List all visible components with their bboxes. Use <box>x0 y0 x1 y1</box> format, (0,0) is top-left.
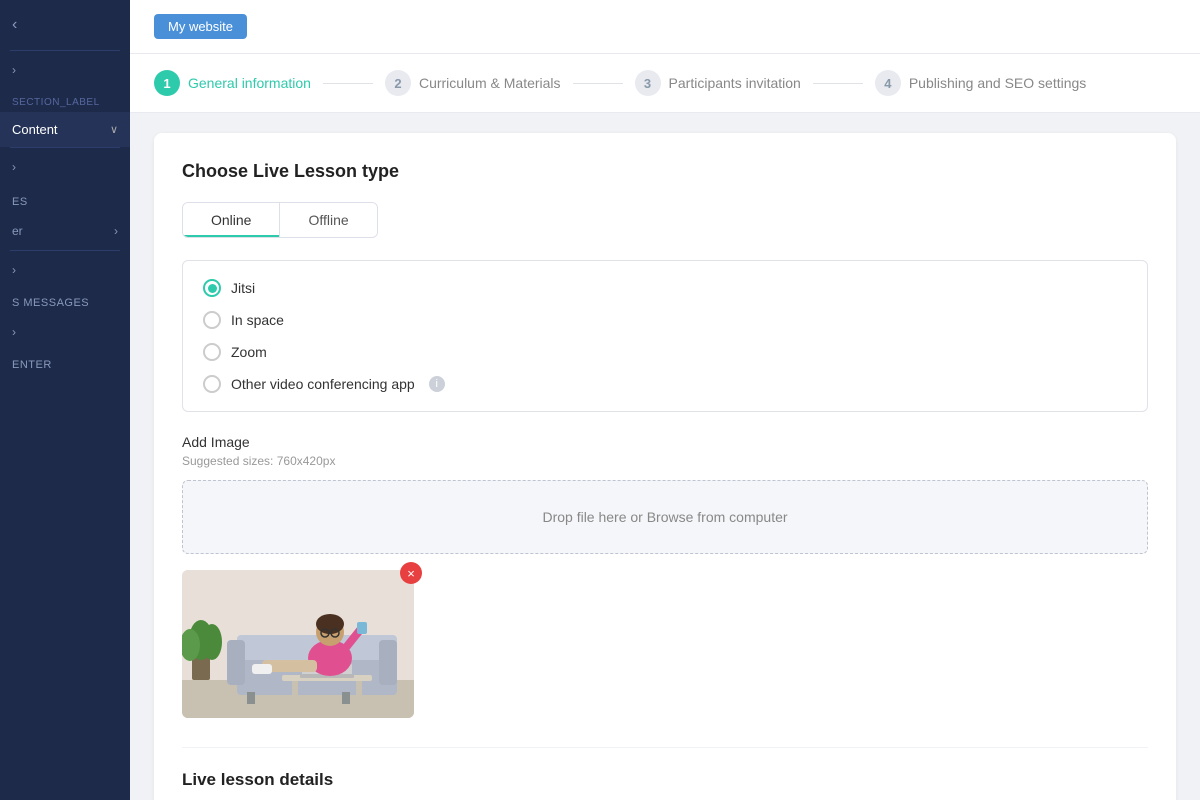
step-3[interactable]: 3 Participants invitation <box>635 70 801 96</box>
radio-zoom-label: Zoom <box>231 344 267 360</box>
step-4[interactable]: 4 Publishing and SEO settings <box>875 70 1086 96</box>
main-content: My website 1 General information 2 Curri… <box>130 0 1200 800</box>
step-2-label: Curriculum & Materials <box>419 75 561 91</box>
chevron-right-icon-5: › <box>12 325 16 339</box>
sidebar: ‹ › section_label Content ∨ › es er › › … <box>0 0 130 800</box>
sidebar-item-er[interactable]: er › <box>0 212 130 250</box>
conferencing-options: Jitsi In space Zoom Other video conferen… <box>182 260 1148 412</box>
sidebar-item-label: Content <box>12 122 58 137</box>
add-image-label: Add Image <box>182 434 1148 450</box>
section-divider <box>182 747 1148 748</box>
sidebar-nav-arrow-4[interactable]: › <box>0 313 130 351</box>
my-website-badge[interactable]: My website <box>154 14 247 39</box>
radio-jitsi-label: Jitsi <box>231 280 255 296</box>
step-1-label: General information <box>188 75 311 91</box>
sidebar-nav-arrow-3[interactable]: › <box>0 251 130 289</box>
chevron-right-icon: › <box>12 63 16 77</box>
sidebar-section-label: es <box>0 186 130 212</box>
radio-inspace-indicator <box>203 311 221 329</box>
radio-option-jitsi[interactable]: Jitsi <box>203 279 1127 297</box>
step-separator-2 <box>573 83 623 84</box>
radio-other-label: Other video conferencing app <box>231 376 415 392</box>
radio-other-indicator <box>203 375 221 393</box>
radio-option-zoom[interactable]: Zoom <box>203 343 1127 361</box>
step-4-number: 4 <box>875 70 901 96</box>
radio-inspace-label: In space <box>231 312 284 328</box>
info-icon-other[interactable]: i <box>429 376 445 392</box>
main-card: Choose Live Lesson type Online Offline J… <box>154 133 1176 800</box>
step-1[interactable]: 1 General information <box>154 70 311 96</box>
live-lesson-details-title: Live lesson details <box>182 770 1148 790</box>
chevron-down-icon: ∨ <box>110 123 118 136</box>
sidebar-center-label: enter <box>0 351 130 375</box>
sidebar-back-button[interactable]: ‹ <box>0 0 130 50</box>
step-2[interactable]: 2 Curriculum & Materials <box>385 70 561 96</box>
content-area: Choose Live Lesson type Online Offline J… <box>130 113 1200 800</box>
uploaded-image-container: × <box>182 570 414 718</box>
remove-image-button[interactable]: × <box>400 562 422 584</box>
steps-navigation: 1 General information 2 Curriculum & Mat… <box>130 54 1200 113</box>
drop-zone[interactable]: Drop file here or Browse from computer <box>182 480 1148 554</box>
sidebar-item-content[interactable]: Content ∨ <box>0 112 130 147</box>
drop-zone-text: Drop file here or Browse from computer <box>542 509 787 525</box>
uploaded-image-preview <box>182 570 414 718</box>
step-2-number: 2 <box>385 70 411 96</box>
step-1-number: 1 <box>154 70 180 96</box>
add-image-section: Add Image Suggested sizes: 760x420px Dro… <box>182 434 1148 723</box>
sidebar-nav-arrow-1[interactable]: › <box>0 51 130 89</box>
radio-jitsi-indicator <box>203 279 221 297</box>
card-title: Choose Live Lesson type <box>182 161 1148 182</box>
radio-option-inspace[interactable]: In space <box>203 311 1127 329</box>
tab-offline[interactable]: Offline <box>280 203 376 237</box>
chevron-right-icon-3: › <box>114 224 118 238</box>
step-4-label: Publishing and SEO settings <box>909 75 1086 91</box>
topbar: My website <box>130 0 1200 54</box>
chevron-left-icon: ‹ <box>12 16 17 34</box>
sidebar-section-ent: section_label <box>0 89 130 112</box>
chevron-right-icon-2: › <box>12 160 16 174</box>
radio-option-other[interactable]: Other video conferencing app i <box>203 375 1127 393</box>
add-image-hint: Suggested sizes: 760x420px <box>182 454 1148 468</box>
radio-zoom-indicator <box>203 343 221 361</box>
sidebar-nav-arrow-2[interactable]: › <box>0 148 130 186</box>
step-3-number: 3 <box>635 70 661 96</box>
step-separator-1 <box>323 83 373 84</box>
lesson-type-tabs: Online Offline <box>182 202 378 238</box>
sidebar-messages-label: s Messages <box>0 289 130 313</box>
step-3-label: Participants invitation <box>669 75 801 91</box>
sidebar-er-label: er <box>12 224 23 238</box>
step-separator-3 <box>813 83 863 84</box>
preview-svg <box>182 570 414 718</box>
tab-online[interactable]: Online <box>183 203 280 237</box>
chevron-right-icon-4: › <box>12 263 16 277</box>
